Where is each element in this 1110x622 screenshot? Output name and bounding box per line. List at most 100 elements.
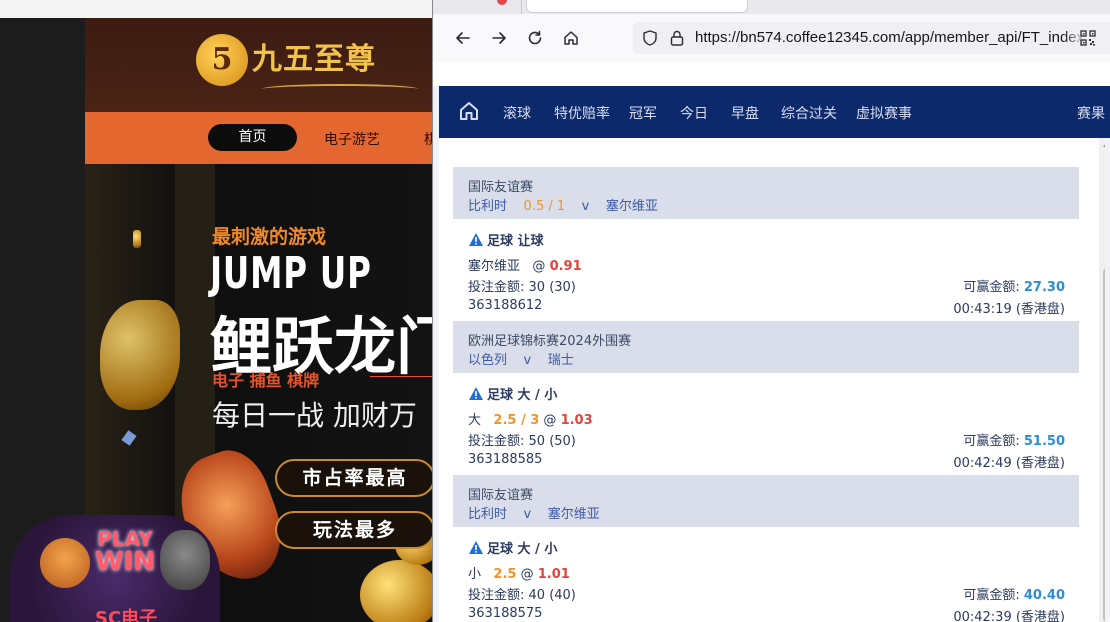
- back-arrow-icon: [456, 32, 470, 44]
- nav-games-link[interactable]: 电子游艺: [324, 129, 380, 149]
- logo-badge: 5: [196, 34, 248, 86]
- ticket-id: 363188612: [468, 298, 543, 313]
- bet-selection: 小 2.5 @ 1.01: [468, 567, 570, 582]
- nav-early[interactable]: 早盘: [731, 103, 759, 123]
- page-viewport: 滚球 特优赔率 冠军 今日 早盘 综合过关 虚拟赛事 赛果 国际友谊赛 比利时 …: [433, 62, 1110, 622]
- bet-type-label: 足球 让球: [487, 234, 544, 249]
- shield-icon[interactable]: [641, 29, 659, 51]
- match-header: 国际友谊赛 比利时 0.5 / 1 v 塞尔维亚: [453, 167, 1079, 219]
- vs-label: v: [523, 507, 532, 522]
- win-value: 27.30: [1023, 280, 1065, 295]
- selection-handicap: 2.5: [493, 567, 517, 582]
- match-handicap: 0.5 / 1: [523, 199, 566, 214]
- play-win-logo: PLAY WIN: [95, 527, 155, 576]
- home-team: 以色列: [468, 353, 508, 368]
- nav-live[interactable]: 滚球: [503, 103, 531, 123]
- bet-list: 国际友谊赛 比利时 0.5 / 1 v 塞尔维亚 足球 让球 塞尔维亚 @ 0.…: [439, 138, 1105, 622]
- win-amount: 可赢金额: 51.50: [963, 430, 1065, 449]
- win-label: 可赢金额:: [963, 588, 1024, 603]
- promo-divider: [370, 376, 432, 377]
- tab-separator: [521, 0, 522, 14]
- bet-time: 00:42:39 (香港盘): [953, 610, 1065, 622]
- qr-code-icon[interactable]: [1080, 30, 1096, 50]
- stake-value: 30 (30): [528, 280, 576, 295]
- bet-type-label: 足球 大 / 小: [487, 388, 558, 403]
- mole-mascot-image: [160, 530, 210, 590]
- nav-today[interactable]: 今日: [680, 103, 708, 123]
- win-amount: 可赢金额: 27.30: [963, 276, 1065, 295]
- league-name: 国际友谊赛: [468, 180, 534, 195]
- lock-icon[interactable]: [669, 29, 685, 51]
- scroll-up-icon[interactable]: [1103, 142, 1105, 147]
- home-team: 比利时: [468, 507, 508, 522]
- play-label: PLAY: [97, 527, 153, 551]
- sport-home-button[interactable]: [457, 99, 481, 123]
- nav-chess-link[interactable]: 棋: [424, 129, 432, 149]
- vs-label: v: [523, 353, 532, 368]
- promo-categories: 电子 捕鱼 棋牌: [212, 371, 320, 390]
- selection-handicap: 2.5 / 3: [493, 413, 540, 428]
- nav-parlay[interactable]: 综合过关: [781, 103, 837, 123]
- match-teams: 比利时 v 塞尔维亚: [468, 503, 600, 522]
- away-team: 塞尔维亚: [605, 199, 658, 214]
- selection-name: 小: [468, 567, 482, 582]
- match-teams: 以色列 v 瑞士: [468, 349, 574, 368]
- bet-time: 00:42:49 (香港盘): [953, 456, 1065, 471]
- nav-outright[interactable]: 冠军: [629, 103, 657, 123]
- page-top-spacer: [433, 62, 1110, 86]
- promo-slogan: 每日一战 加财万: [212, 399, 417, 432]
- warning-icon: [469, 233, 483, 246]
- win-label: 可赢金额:: [963, 434, 1024, 449]
- selection-name: 塞尔维亚: [468, 259, 521, 274]
- stake-label: 投注金额:: [468, 588, 529, 603]
- stake-label: 投注金额:: [468, 280, 529, 295]
- bet-selection: 塞尔维亚 @ 0.91: [468, 259, 582, 274]
- fox-mascot-image: [40, 538, 90, 588]
- forward-button[interactable]: [485, 24, 513, 52]
- nav-special-odds[interactable]: 特优赔率: [554, 103, 610, 123]
- back-button[interactable]: [449, 24, 477, 52]
- vertical-scrollbar[interactable]: [1099, 138, 1105, 622]
- stake-amount: 投注金额: 30 (30): [468, 276, 576, 295]
- nav-results[interactable]: 赛果: [1077, 103, 1105, 123]
- stake-label: 投注金额:: [468, 434, 529, 449]
- promo-pill-most-games[interactable]: 玩法最多: [275, 511, 432, 549]
- odds-value: 1.01: [537, 567, 570, 582]
- away-team: 塞尔维亚: [547, 507, 600, 522]
- bet-type: 足球 让球: [468, 230, 544, 249]
- bet-selection: 大 2.5 / 3 @ 1.03: [468, 413, 593, 428]
- selection-name: 大: [468, 413, 482, 428]
- nav-virtual[interactable]: 虚拟赛事: [856, 103, 912, 123]
- background-window-titlebar: [0, 0, 432, 18]
- home-team: 比利时: [468, 199, 508, 214]
- url-text[interactable]: https://bn574.coffee12345.com/app/member…: [695, 29, 1087, 46]
- promo-pill-market-share[interactable]: 市占率最高: [275, 459, 432, 497]
- match-header: 欧洲足球锦标赛2024外围赛 以色列 v 瑞士: [453, 321, 1079, 373]
- warning-icon: [469, 387, 483, 400]
- reload-icon: [528, 30, 542, 45]
- league-name: 欧洲足球锦标赛2024外围赛: [468, 334, 632, 349]
- nav-home-link[interactable]: 首页: [208, 124, 297, 151]
- ticket-id: 363188585: [468, 452, 543, 467]
- win-amount: 可赢金额: 40.40: [963, 584, 1065, 603]
- bet-details: 足球 大 / 小 小 2.5 @ 1.01 投注金额: 40 (40) 可赢金额…: [453, 527, 1079, 622]
- home-button[interactable]: [557, 24, 585, 52]
- bet-type-label: 足球 大 / 小: [487, 542, 558, 557]
- reload-button[interactable]: [521, 24, 549, 52]
- site-logo[interactable]: 九五至尊: [252, 34, 376, 78]
- promo-jump-title: JUMP UP: [210, 248, 372, 299]
- bet-type: 足球 大 / 小: [468, 384, 557, 403]
- gold-coin-icon: [133, 230, 141, 248]
- vs-label: v: [581, 199, 590, 214]
- match-teams: 比利时 0.5 / 1 v 塞尔维亚: [468, 195, 658, 214]
- tab-active[interactable]: [526, 0, 748, 13]
- browser-window: https://bn574.coffee12345.com/app/member…: [432, 0, 1110, 622]
- promo-tagline: 最刺激的游戏: [212, 226, 327, 248]
- win-value: 51.50: [1023, 434, 1065, 449]
- odds-value: 1.03: [560, 413, 593, 428]
- warning-icon: [469, 541, 483, 554]
- scrollbar-thumb[interactable]: [1103, 268, 1105, 622]
- home-icon: [564, 31, 578, 45]
- stake-amount: 投注金额: 40 (40): [468, 584, 576, 603]
- gold-coin-icon: [100, 300, 180, 410]
